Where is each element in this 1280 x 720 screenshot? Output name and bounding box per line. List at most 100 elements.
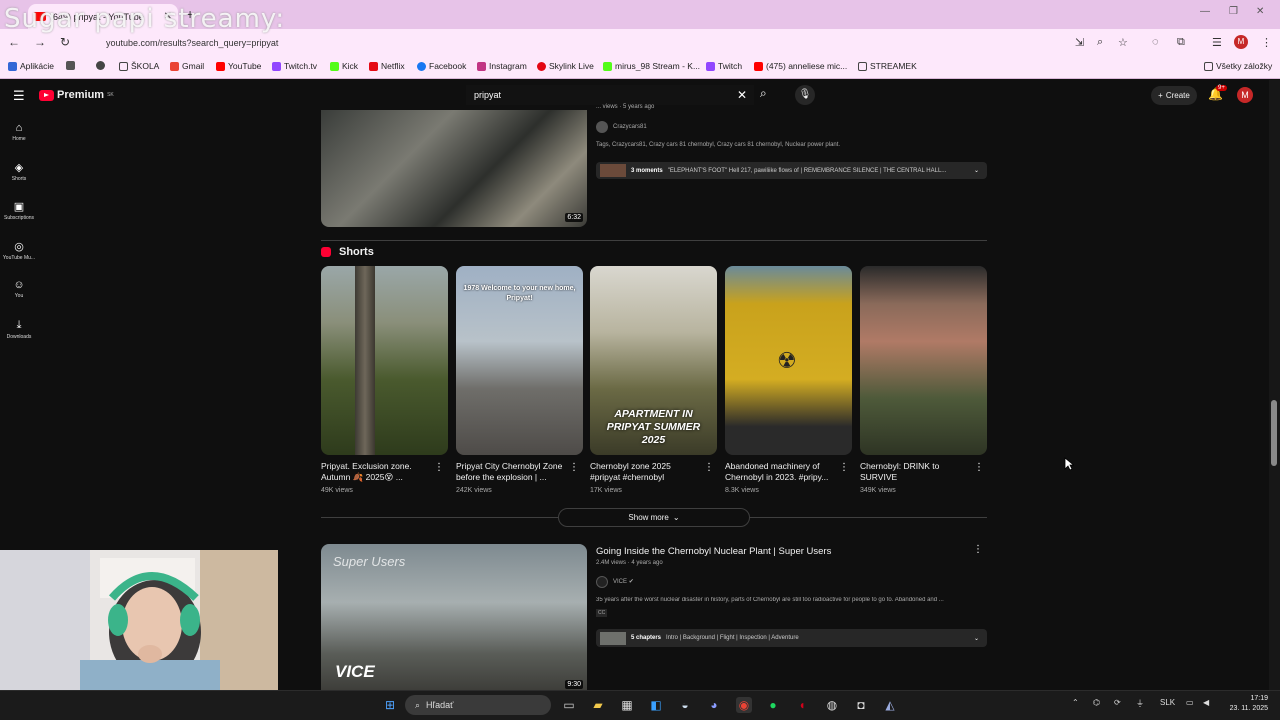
search-icon[interactable]: ⌕ [760,86,767,101]
sync-icon[interactable]: ⟳ [1114,698,1121,707]
clear-search-icon[interactable]: ✕ [737,88,747,102]
short-more-icon[interactable]: ⋮ [839,462,849,473]
guide-subscriptions[interactable]: ▣ Subscriptions [0,200,38,221]
key-moments-chip[interactable]: 3 moments "ELEPHANT'S FOOT" Hell 217, pa… [596,162,987,179]
youtube-play-icon [39,89,54,101]
app-icon[interactable]: ◘ [853,697,869,713]
bookmark-facebook[interactable]: Facebook [417,61,466,71]
video-title[interactable]: Going Inside the Chernobyl Nuclear Plant… [596,546,831,557]
bookmark-skylink[interactable]: Skylink Live [537,61,594,71]
reading-list-icon[interactable]: ☰ [1212,36,1222,49]
bookmark-instagram[interactable]: Instagram [477,61,527,71]
download-icon: ⤓ [16,319,22,331]
bookmark-anneliese[interactable]: (475) anneliese mic... [754,61,847,71]
youtube-icon [754,61,763,71]
short-title-2[interactable]: Pripyat City Chernobyl Zone before the e… [456,461,566,483]
search-input[interactable]: pripyat [466,85,754,105]
bookmark-twitch[interactable]: Twitch [706,61,742,71]
guide-shorts[interactable]: ◈ Shorts [0,161,38,182]
thumbnail-title-text: Super Users [333,554,406,569]
extension-icon[interactable]: ◌ [1152,36,1159,48]
bookmark-mirus[interactable]: mirus_98 Stream - K... [603,61,700,71]
tray-chevron-icon[interactable]: ⌃ [1072,698,1079,707]
chapters-chip[interactable]: 5 chapters Intro | Background | Flight |… [596,629,987,647]
video-more-icon[interactable]: ⋮ [973,544,983,555]
store-icon[interactable]: ▦ [619,697,635,713]
discord-icon[interactable]: ◕ [706,697,722,713]
app-icon[interactable]: ◭ [882,697,898,713]
guide-youtube-music[interactable]: ◎ YouTube Mu... [0,240,38,261]
opera-icon[interactable]: ◖ [794,697,810,713]
task-view-icon[interactable]: ▭ [561,697,577,713]
short-more-icon[interactable]: ⋮ [434,462,444,473]
short-thumbnail-4[interactable]: ☢ [725,266,852,455]
spotify-icon[interactable]: ● [765,697,781,713]
volume-icon[interactable]: ◀ [1203,698,1209,707]
file-explorer-icon[interactable]: ▰ [590,697,606,713]
short-more-icon[interactable]: ⋮ [704,462,714,473]
short-thumbnail-3[interactable]: APARTMENT IN PRIPYAT SUMMER 2025 [590,266,717,455]
youtube-avatar[interactable]: M [1237,87,1253,103]
guide-downloads[interactable]: ⤓ Downloads [0,319,38,340]
youtube-logo[interactable]: Premium SK [39,89,114,101]
bookmark-netflix[interactable]: Netflix [369,61,405,71]
obs-icon[interactable]: ◍ [824,697,840,713]
guide-home[interactable]: ⌂ Home [0,122,38,142]
show-more-button[interactable]: Show more ⌄ [558,508,750,527]
hamburger-menu-icon[interactable]: ☰ [13,88,25,104]
chrome-icon[interactable]: ◉ [736,697,752,713]
short-thumbnail-1[interactable] [321,266,448,455]
short-title-1[interactable]: Pripyat. Exclusion zone. Autumn 🍂 2025😵 … [321,461,431,483]
create-button[interactable]: + Create [1151,86,1197,105]
mic-tray-icon[interactable]: ⏚ [1136,698,1144,709]
short-thumbnail-2[interactable]: 1978 Welcome to your new home, Pripyat! [456,266,583,455]
channel-avatar[interactable] [596,576,608,588]
bookmark-twitchtv[interactable]: Twitch.tv [272,61,317,71]
network-icon[interactable]: ⌬ [1093,698,1100,707]
profile-avatar[interactable]: M [1234,35,1248,49]
video-thumbnail-chernobyl-hall[interactable]: 6:32 [321,110,587,227]
bookmark-kick[interactable]: Kick [330,61,358,71]
extensions-puzzle-icon[interactable]: ⧉ [1177,36,1185,49]
video-thumbnail-chernobyl-plant[interactable]: Super Users VICE 9:30 [321,544,587,690]
bookmark-grid[interactable] [66,61,75,70]
display-icon[interactable]: ▭ [1186,698,1194,707]
forward-icon[interactable]: → [34,35,46,49]
close-window-icon[interactable]: ✕ [1256,6,1264,17]
channel-name[interactable]: Crazycars81 [613,124,647,130]
short-title-3[interactable]: Chernobyl zone 2025 #pripyat #chernobyl [590,461,700,483]
short-title-4[interactable]: Abandoned machinery of Chernobyl in 2023… [725,461,835,483]
short-title-5[interactable]: Chernobyl: DRINK to SURVIVE [860,461,970,483]
short-more-icon[interactable]: ⋮ [974,462,984,473]
bookmark-gmail[interactable]: Gmail [170,61,204,71]
language-indicator[interactable]: SLK [1160,698,1175,707]
bookmark-apps[interactable]: Aplikácie [8,61,54,71]
zoom-icon[interactable]: ⌕ [1097,36,1103,49]
microphone-icon[interactable]: 🎙 [795,85,815,105]
maximize-icon[interactable]: ❐ [1229,6,1238,17]
minimize-icon[interactable]: — [1200,6,1210,17]
bookmark-skola[interactable]: ŠKOLA [119,61,159,71]
short-thumbnail-5[interactable] [860,266,987,455]
channel-name[interactable]: VICE ✔ [613,578,634,585]
install-app-icon[interactable]: ⇲ [1075,36,1084,49]
taskbar-search[interactable]: ⌕ Hľadať [405,695,551,715]
scrollbar-track[interactable] [1269,80,1280,690]
taskbar-clock[interactable]: 17:19 23. 11. 2025 [1222,694,1268,714]
back-icon[interactable]: ← [8,35,20,49]
windows-start-icon[interactable]: ⊞ [382,697,398,713]
short-more-icon[interactable]: ⋮ [569,462,579,473]
bookmark-globe[interactable] [96,61,105,70]
reload-icon[interactable]: ↻ [60,35,70,49]
guide-you[interactable]: ☺ You [0,279,38,299]
steam-icon[interactable]: ◒ [677,697,693,713]
bookmark-all[interactable]: Všetky záložky [1204,61,1272,71]
menu-kebab-icon[interactable]: ⋮ [1261,36,1272,49]
bookmark-streamek[interactable]: STREAMEK [858,61,917,71]
url-field[interactable]: youtube.com/results?search_query=pripyat [98,34,1058,52]
scrollbar-thumb[interactable] [1271,400,1277,466]
bookmark-youtube[interactable]: YouTube [216,61,261,71]
outlook-icon[interactable]: ◧ [648,697,664,713]
channel-avatar[interactable] [596,121,608,133]
bookmark-star-icon[interactable]: ☆ [1118,36,1128,49]
